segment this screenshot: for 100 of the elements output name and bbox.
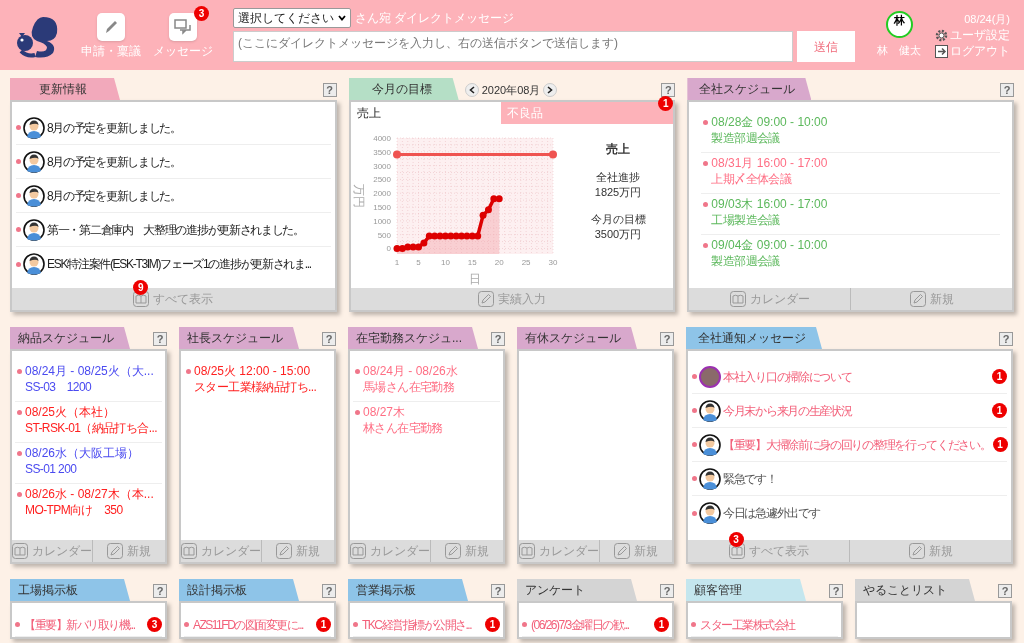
y-tick-label: 3000 <box>372 161 392 171</box>
y-tick-label: 500 <box>377 230 392 240</box>
book-icon <box>729 291 746 307</box>
photo-avatar <box>699 365 721 388</box>
message-link[interactable]: 8月の予定を更新しました。 <box>47 153 331 170</box>
post-link[interactable]: TKC経営指標が公開さ... <box>362 616 481 633</box>
pen-icon <box>614 543 630 559</box>
message-link[interactable]: 今日は急遽外出です <box>723 505 1007 521</box>
help-icon[interactable]: ? <box>322 83 337 97</box>
pen-icon <box>107 543 123 559</box>
panel-tab[interactable]: 全社スケジュール <box>687 78 812 100</box>
panel-tab[interactable]: 全社通知メッセージ <box>686 327 822 349</box>
event-title[interactable]: 製造部週会議 <box>703 130 1000 146</box>
message-link[interactable]: 8月の予定を更新しました。 <box>47 187 331 204</box>
footer-button[interactable]: カレンダー <box>519 540 599 562</box>
footer-button[interactable]: 新規 <box>600 540 672 562</box>
footer-button[interactable]: 実績入力 <box>350 288 674 310</box>
person-avatar-icon <box>699 433 721 456</box>
post-link[interactable]: (06/26)7/3金曜日の歓... <box>531 616 650 633</box>
event-title[interactable]: 林さん在宅勤務 <box>355 420 500 436</box>
event-time[interactable]: 08/25火（本社） <box>25 404 116 420</box>
help-icon[interactable]: ? <box>999 332 1013 346</box>
event-time[interactable]: 08/26水 - 08/27木（本... <box>25 486 154 502</box>
y-tick-label: 4000 <box>372 134 392 143</box>
event-time[interactable]: 08/31月 16:00 - 17:00 <box>711 155 828 171</box>
send-button[interactable]: 送信 <box>797 31 855 62</box>
panel-tab[interactable]: 更新情報 <box>10 78 120 100</box>
event-title[interactable]: SS-01 200 <box>17 461 162 477</box>
footer-button[interactable]: 新規 <box>850 540 1011 562</box>
chevron-left-icon <box>468 85 475 94</box>
panel-tab[interactable]: アンケート <box>517 579 637 601</box>
help-icon[interactable]: ? <box>660 332 674 346</box>
logout-icon <box>935 45 948 59</box>
footer-button[interactable]: カレンダー <box>181 540 261 562</box>
help-icon[interactable]: ? <box>1000 83 1014 97</box>
next-month-button[interactable] <box>543 82 558 97</box>
event-title[interactable]: スター工業様納品打ち... <box>186 379 331 395</box>
help-icon[interactable]: ? <box>660 584 674 598</box>
event-title[interactable]: SS-03 1200 <box>17 379 162 395</box>
event-time[interactable]: 08/24月 - 08/26水 <box>363 363 458 379</box>
message-link[interactable]: ESK特注案件(ESK-T3IM)フェーズ1の進捗が更新されま... <box>47 256 331 272</box>
event-time[interactable]: 09/04金 09:00 - 10:00 <box>711 237 828 253</box>
help-icon[interactable]: ? <box>153 584 167 598</box>
footer-button[interactable]: 新規 <box>851 288 1013 310</box>
help-icon[interactable]: ? <box>322 584 336 598</box>
x-tick-label: 30 <box>548 258 558 267</box>
footer-button[interactable]: カレンダー <box>12 540 92 562</box>
help-icon[interactable]: ? <box>322 332 336 346</box>
event-time[interactable]: 08/24月 - 08/25火（大... <box>25 363 154 379</box>
summary-value: 3500万円 <box>594 227 642 242</box>
message-link[interactable]: 【重要】大掃除前に身の回りの整理を行ってください。 <box>723 436 991 453</box>
help-icon[interactable]: ? <box>153 332 167 346</box>
message-link[interactable]: 第一・第二倉庫内 大整理の進捗が更新されました。 <box>47 221 331 238</box>
panel-tab[interactable]: 在宅勤務スケジュ... <box>348 327 478 349</box>
prev-month-button[interactable] <box>464 82 479 97</box>
footer-button[interactable]: カレンダー <box>689 288 851 310</box>
event-time[interactable]: 08/27木 <box>363 404 406 420</box>
panel-tab[interactable]: 納品スケジュール <box>10 327 130 349</box>
footer-button[interactable]: 新規 <box>262 540 334 562</box>
help-icon[interactable]: ? <box>998 584 1012 598</box>
chart-tab[interactable]: 売上 <box>350 102 501 124</box>
event-time[interactable]: 08/25火 12:00 - 15:00 <box>194 363 311 379</box>
recipient-select[interactable]: 選択してください <box>233 8 351 28</box>
help-icon[interactable]: ? <box>661 83 676 97</box>
panel-tab[interactable]: 営業掲示板 <box>348 579 468 601</box>
event-title[interactable]: 上期〆全体会議 <box>703 171 1000 187</box>
help-icon[interactable]: ? <box>829 584 843 598</box>
footer-button[interactable]: 新規 <box>431 540 503 562</box>
message-link[interactable]: 本社入り口の掃除について <box>723 368 990 385</box>
event-title[interactable]: 製造部週会議 <box>703 253 1000 269</box>
panel-tab[interactable]: 有休スケジュール <box>517 327 637 349</box>
event-time[interactable]: 09/03木 16:00 - 17:00 <box>711 196 828 212</box>
panel-tab[interactable]: 工場掲示板 <box>10 579 130 601</box>
panel-tab[interactable]: 顧客管理 <box>686 579 806 601</box>
message-link[interactable]: 緊急です！ <box>723 470 1007 487</box>
post-link[interactable]: 【重要】新バリ取り機... <box>24 616 143 633</box>
panel-tab[interactable]: 社長スケジュール <box>179 327 299 349</box>
message-link[interactable]: 8月の予定を更新しました。 <box>47 119 331 136</box>
help-icon[interactable]: ? <box>491 584 505 598</box>
event-time[interactable]: 08/28金 09:00 - 10:00 <box>711 114 828 130</box>
message-link[interactable]: 今月末から来月の生産状況 <box>723 402 990 419</box>
event-title[interactable]: 馬場さん在宅勤務 <box>355 379 500 395</box>
event-time[interactable]: 08/26水（大阪工場） <box>25 445 140 461</box>
panel-tab[interactable]: 設計掲示板 <box>179 579 299 601</box>
person-avatar-icon <box>23 253 45 275</box>
event-title[interactable]: MO-TPM向け 350 <box>17 502 162 518</box>
message-field[interactable]: (ここにダイレクトメッセージを入力し、右の送信ボタンで送信します) <box>233 31 793 62</box>
pen-icon <box>478 291 494 307</box>
post-link[interactable]: AZS11FDの図面変更に... <box>193 616 312 633</box>
panel-tab[interactable]: 今月の目標 <box>348 78 459 100</box>
help-icon[interactable]: ? <box>491 332 505 346</box>
event-title[interactable]: 工場製造会議 <box>703 212 1000 228</box>
event-title[interactable]: ST-RSK-01（納品打ち合... <box>17 420 162 436</box>
person-avatar-icon <box>23 116 45 139</box>
chevron-right-icon <box>547 85 554 94</box>
pen-icon <box>909 291 926 307</box>
post-link[interactable]: スター工業株式会社 <box>700 616 838 633</box>
panel-tab[interactable]: やることリスト <box>855 579 975 601</box>
footer-button[interactable]: カレンダー <box>350 540 430 562</box>
footer-button[interactable]: 新規 <box>93 540 165 562</box>
